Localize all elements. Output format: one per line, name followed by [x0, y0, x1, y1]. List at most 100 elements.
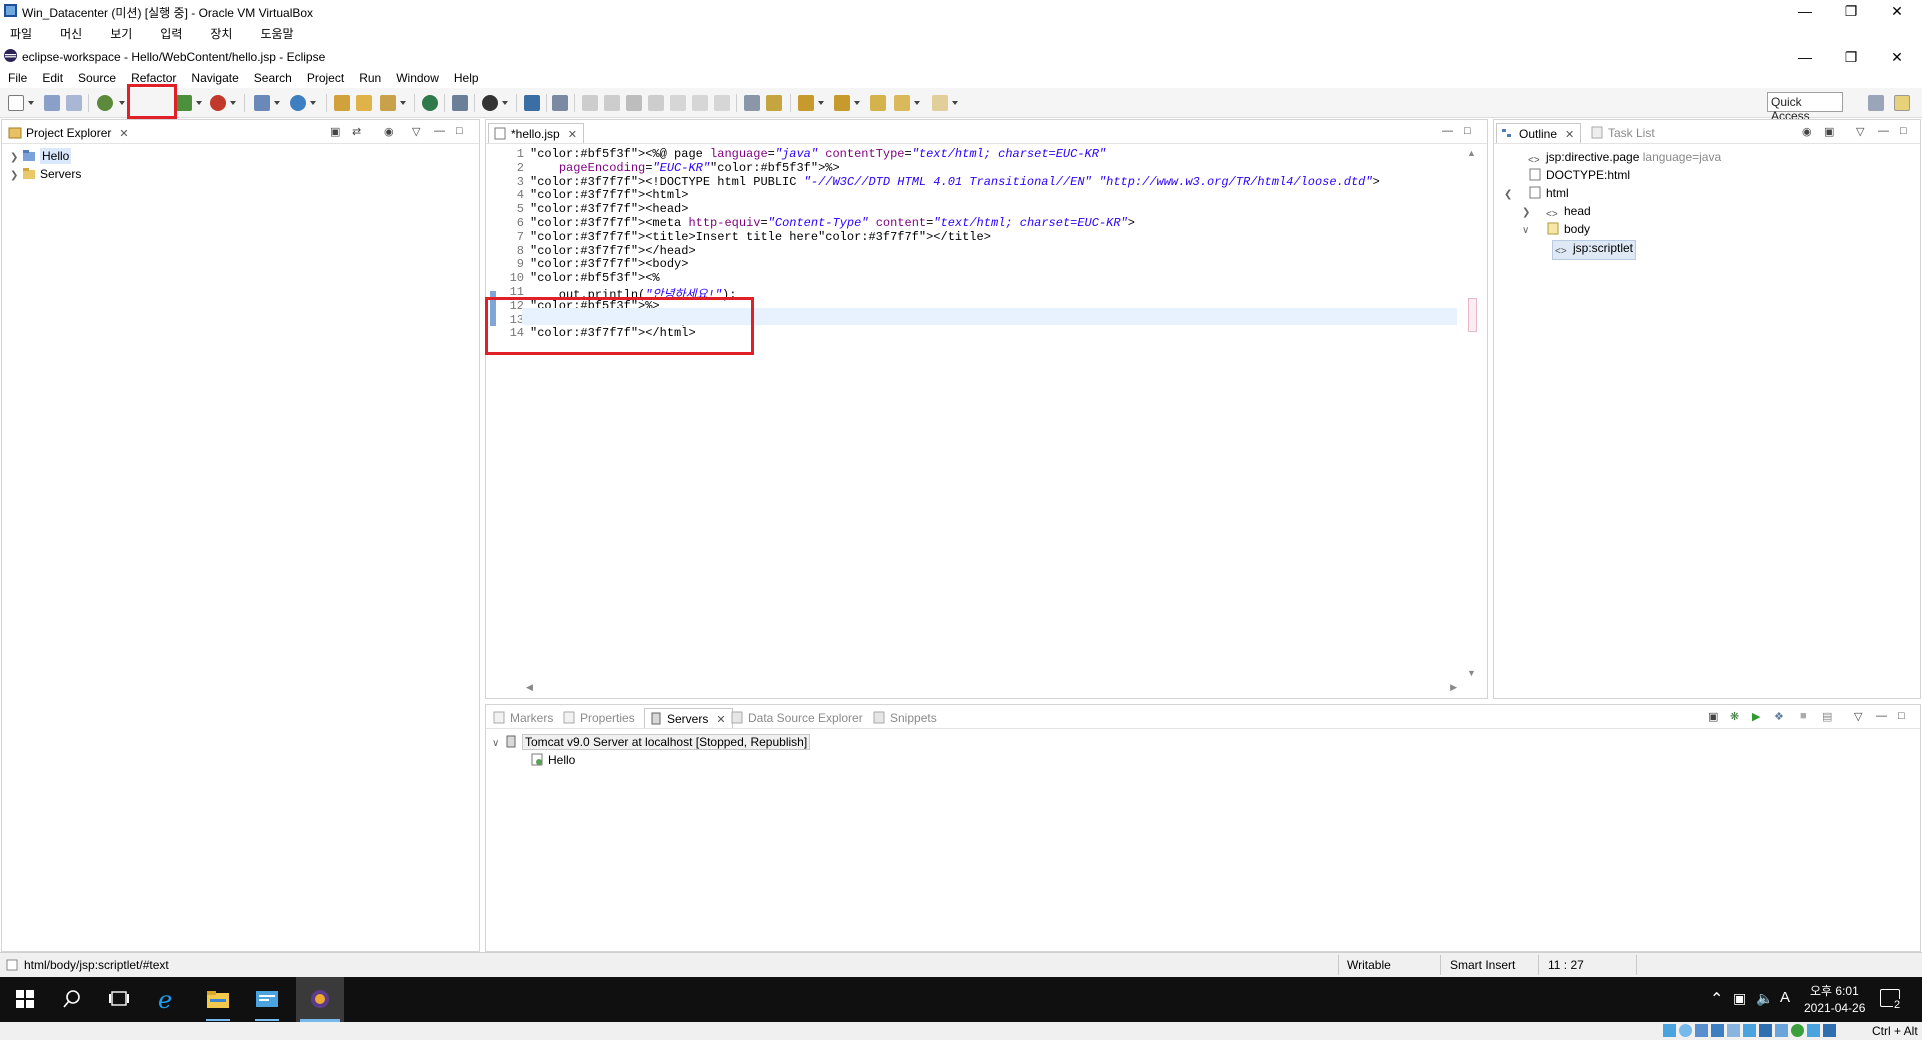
horizontal-scrollbar[interactable]: ◀ ▶ [526, 682, 1457, 696]
collapse-all-icon[interactable]: ▣ [330, 125, 340, 138]
outline-item-body[interactable]: ∨ body [1522, 222, 1590, 236]
outline-item-doctype[interactable]: DOCTYPE:html [1516, 168, 1630, 182]
new-java-class-icon[interactable] [290, 95, 306, 111]
eclipse-close-button[interactable]: ✕ [1874, 46, 1920, 68]
network-icon[interactable]: ▣ [1733, 990, 1746, 1007]
last-edit-location-icon[interactable] [870, 95, 886, 111]
menu-file[interactable]: File [8, 71, 27, 85]
tab-data-source-explorer[interactable]: Data Source Explorer [726, 708, 869, 728]
vbox-menu-devices[interactable]: 장치 [210, 25, 232, 42]
refresh-icon[interactable] [452, 95, 468, 111]
shared-folder-icon[interactable] [1743, 1024, 1756, 1037]
mouse-integration-icon[interactable] [1807, 1024, 1820, 1037]
tab-task-list[interactable]: Task List [1586, 123, 1661, 143]
eclipse-taskbar-button[interactable] [296, 977, 344, 1022]
skip-breakpoints-icon[interactable] [552, 95, 568, 111]
tree-item-servers[interactable]: ❯ Servers [10, 167, 81, 181]
menu-search[interactable]: Search [254, 71, 292, 85]
profile-server-icon[interactable]: ❖ [1774, 710, 1784, 723]
start-server-icon[interactable]: ▶ [1752, 710, 1760, 723]
view-menu-icon[interactable]: ▽ [1854, 710, 1862, 723]
tab-snippets[interactable]: Snippets [868, 708, 943, 728]
search-icon[interactable] [62, 989, 82, 1009]
menu-source[interactable]: Source [78, 71, 116, 85]
close-icon[interactable]: ✕ [716, 714, 725, 726]
tree-item-hello[interactable]: ❯ Hello [10, 148, 72, 164]
outline-item-scriptlet[interactable]: <> jsp:scriptlet [1552, 240, 1637, 260]
vbox-close-button[interactable]: ✕ [1874, 0, 1920, 22]
outline-item-html[interactable]: ❮ html [1504, 186, 1569, 200]
menu-navigate[interactable]: Navigate [191, 71, 238, 85]
menu-edit[interactable]: Edit [42, 71, 63, 85]
server-row-tomcat[interactable]: ∨ Tomcat v9.0 Server at localhost [Stoppe… [492, 734, 811, 750]
close-icon[interactable]: ✕ [568, 129, 577, 141]
optical-drive-icon[interactable] [1679, 1024, 1692, 1037]
tab-outline[interactable]: Outline ✕ [1496, 123, 1582, 143]
display-icon[interactable] [1759, 1024, 1772, 1037]
outline-item-head[interactable]: ❯ <> head [1522, 204, 1591, 222]
vbox-minimize-button[interactable]: — [1782, 0, 1828, 22]
recording-icon[interactable] [1775, 1024, 1788, 1037]
minimize-icon[interactable]: — [434, 125, 445, 137]
word-wrap-icon[interactable] [744, 95, 760, 111]
audio-icon[interactable] [1695, 1024, 1708, 1037]
next-annotation-icon[interactable] [798, 95, 814, 111]
quick-access-input[interactable]: Quick Access [1767, 92, 1843, 123]
filter-icon[interactable]: ◉ [384, 125, 394, 138]
close-icon[interactable]: ✕ [119, 128, 128, 140]
globe-icon[interactable] [422, 95, 438, 111]
maximize-icon[interactable]: □ [1464, 125, 1471, 137]
server-manager-icon[interactable] [255, 989, 279, 1009]
expand-icon[interactable]: ❯ [10, 152, 22, 163]
minimize-icon[interactable]: — [1878, 125, 1889, 137]
view-menu-icon[interactable]: ▽ [1856, 125, 1864, 138]
menu-help[interactable]: Help [454, 71, 479, 85]
vt-x-icon[interactable] [1791, 1024, 1804, 1037]
vbox-menu-view[interactable]: 보기 [110, 25, 132, 42]
maximize-icon[interactable]: □ [456, 125, 463, 137]
open-type-icon[interactable] [334, 95, 350, 111]
view-menu-icon[interactable]: ▽ [412, 125, 420, 138]
console-icon[interactable] [524, 95, 540, 111]
tray-time[interactable]: 오후 6:01 [1810, 982, 1859, 999]
link-editor-icon[interactable]: ⇄ [352, 125, 361, 138]
save-all-icon[interactable] [66, 95, 82, 111]
open-perspective-icon[interactable] [1868, 95, 1884, 111]
vertical-scrollbar[interactable]: ▲ ▼ [1467, 148, 1479, 678]
tab-servers[interactable]: Servers ✕ [644, 708, 733, 728]
collapse-icon[interactable]: ❮ [1504, 189, 1516, 200]
expand-icon[interactable]: ❯ [10, 170, 22, 181]
tray-date[interactable]: 2021-04-26 [1804, 1001, 1865, 1015]
network-adapter-icon[interactable] [1711, 1024, 1724, 1037]
minimize-icon[interactable]: — [1876, 710, 1887, 722]
new-server-icon[interactable] [254, 95, 270, 111]
coverage-icon[interactable] [210, 95, 226, 111]
code-editor[interactable]: 1 "color:#bf5f3f"><%@ page language="java… [486, 144, 1487, 698]
open-folder-icon[interactable] [356, 95, 372, 111]
save-icon[interactable] [44, 95, 60, 111]
search-tool-icon[interactable] [380, 95, 396, 111]
outline-item-directive[interactable]: <> jsp:directive.page language=java [1516, 150, 1721, 168]
task-view-icon[interactable] [108, 990, 130, 1008]
eclipse-restore-button[interactable]: ❐ [1828, 46, 1874, 68]
usb-icon[interactable] [1727, 1024, 1740, 1037]
close-icon[interactable]: ✕ [1565, 129, 1574, 141]
publish-icon[interactable]: ▤ [1822, 710, 1832, 723]
tray-chevron-icon[interactable]: ⌃ [1710, 989, 1723, 1009]
block-selection-icon[interactable] [766, 95, 782, 111]
user-icon[interactable] [482, 95, 498, 111]
collapse-all-icon[interactable]: ▣ [1824, 125, 1834, 138]
minimize-icon[interactable]: — [1442, 125, 1453, 137]
file-explorer-icon[interactable] [206, 989, 230, 1009]
forward-icon[interactable] [932, 95, 948, 111]
collapse-icon[interactable]: ▣ [1708, 710, 1718, 723]
tab-markers[interactable]: Markers [488, 708, 559, 728]
sort-icon[interactable]: ◉ [1802, 125, 1812, 138]
eclipse-minimize-button[interactable]: — [1782, 46, 1828, 68]
harddisk-icon[interactable] [1663, 1024, 1676, 1037]
tab-project-explorer[interactable]: Project Explorer ✕ [4, 123, 135, 143]
menu-project[interactable]: Project [307, 71, 344, 85]
tab-hello-jsp[interactable]: *hello.jsp ✕ [488, 123, 584, 143]
new-icon[interactable] [8, 95, 24, 111]
internet-explorer-icon[interactable]: e [158, 986, 172, 1014]
